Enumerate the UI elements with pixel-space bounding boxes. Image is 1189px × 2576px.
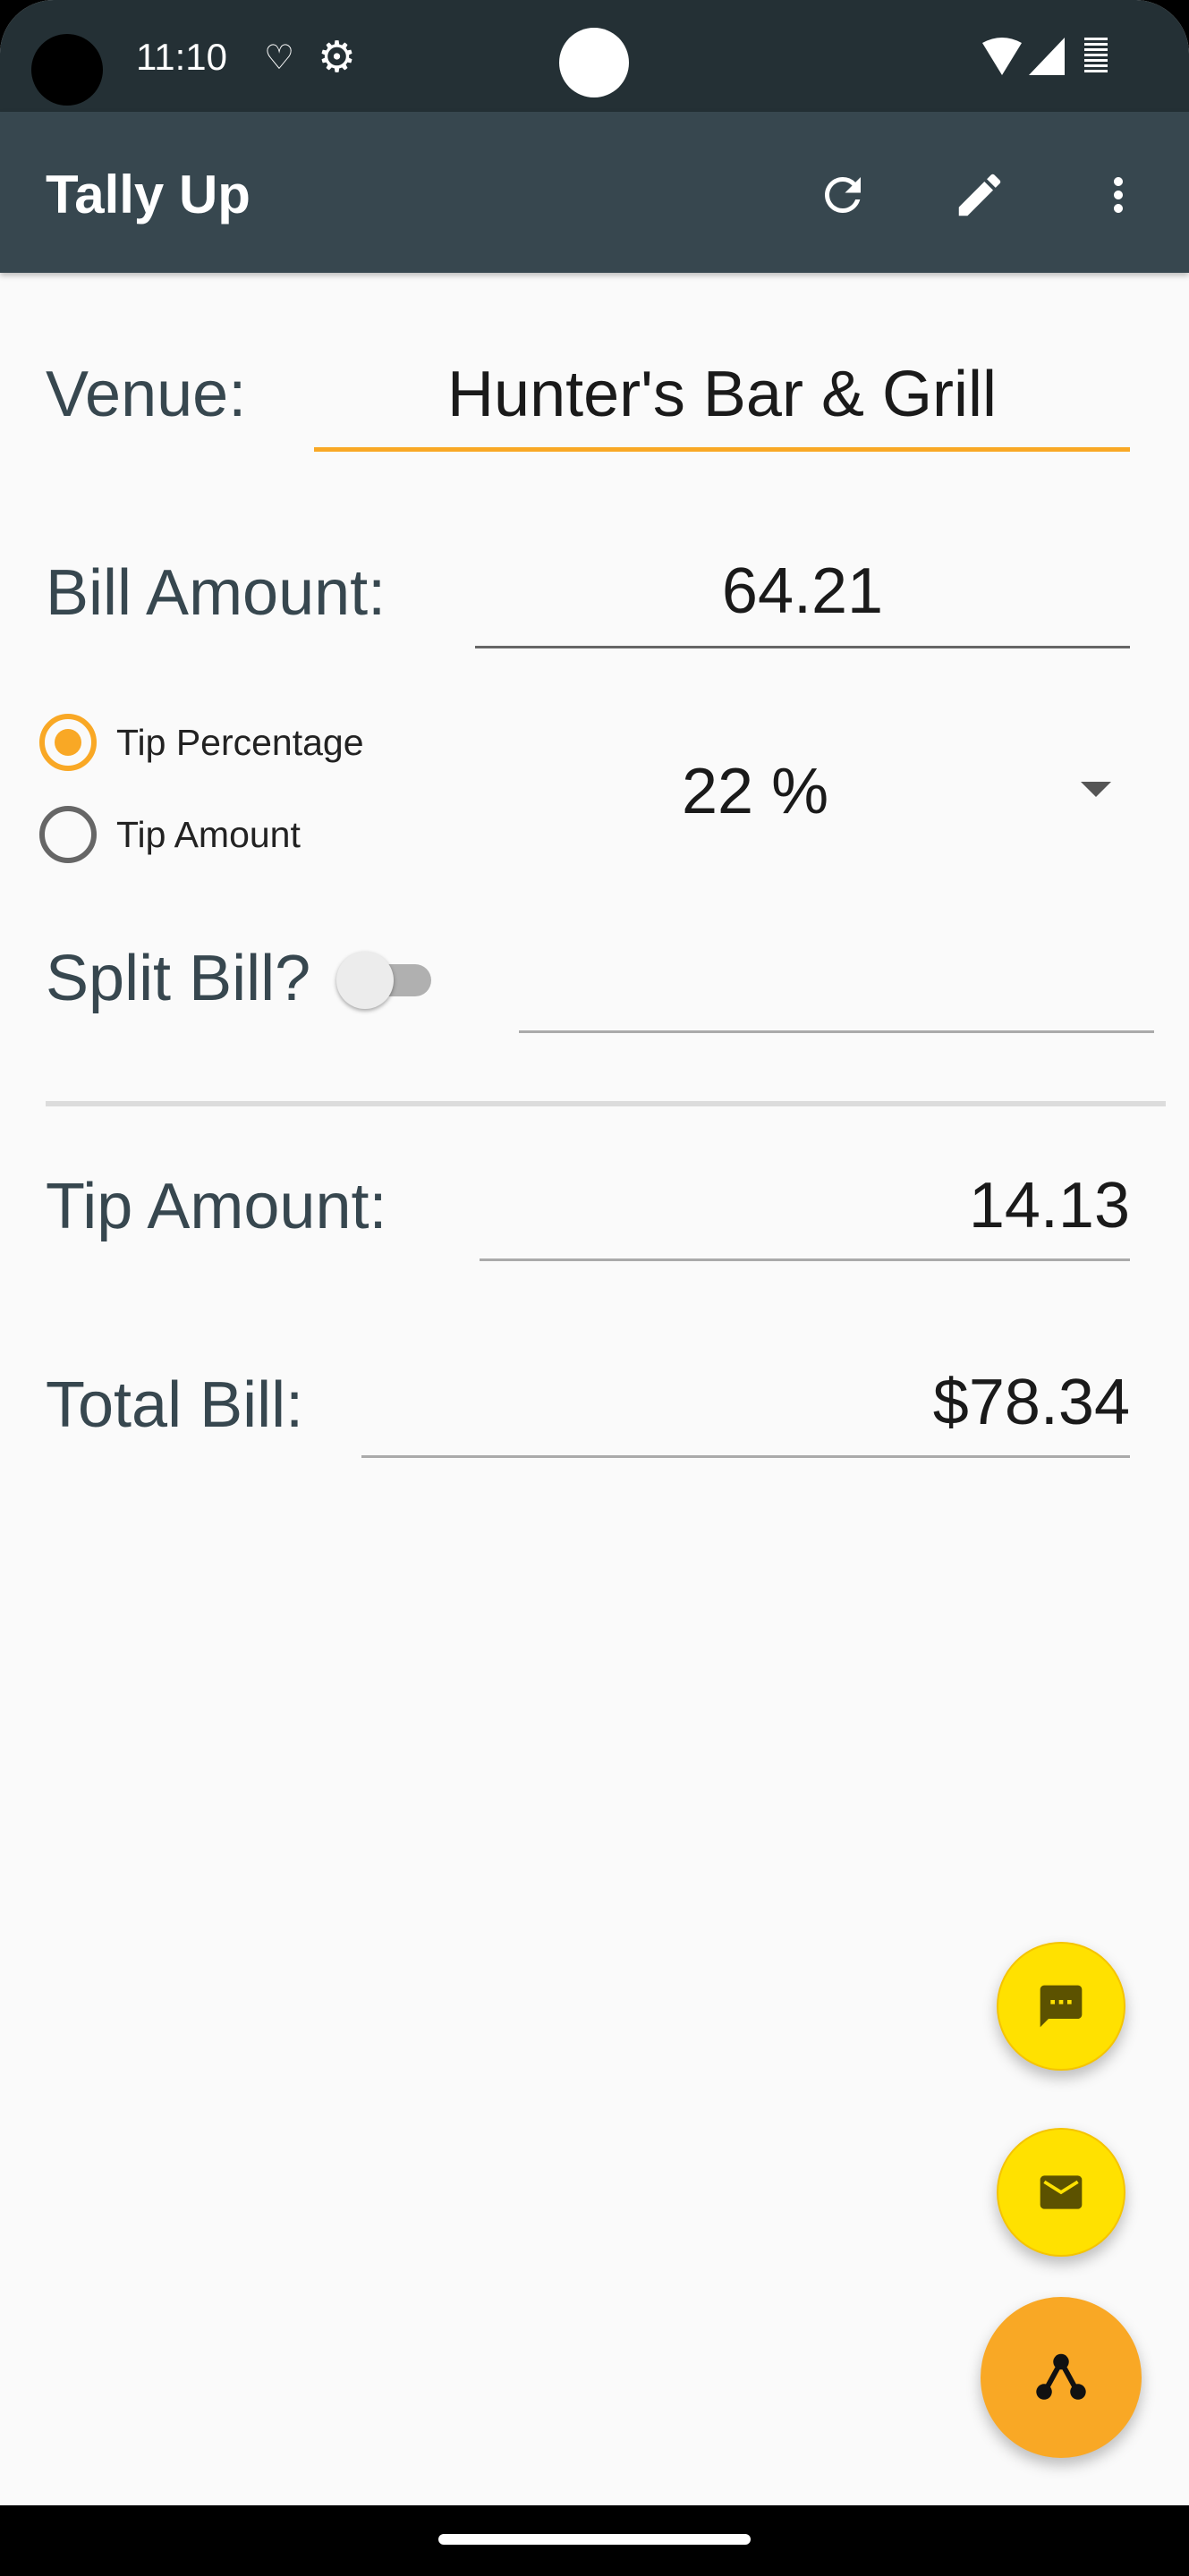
radio-tip-percentage[interactable]: Tip Percentage	[39, 711, 364, 774]
app-bar: Tally Up	[0, 112, 1189, 273]
radio-selected-icon	[39, 714, 97, 771]
bill-amount-input[interactable]: 64.21	[475, 546, 1130, 648]
edit-icon[interactable]	[952, 167, 1007, 223]
toggle-thumb	[336, 952, 394, 1009]
tip-amount-value: 14.13	[968, 1170, 1130, 1241]
total-bill-underline	[361, 1455, 1130, 1458]
share-icon	[1036, 2353, 1086, 2400]
tip-amount-label: Tip Amount:	[46, 1171, 387, 1242]
navigation-bar	[0, 2505, 1189, 2576]
settings-gear-icon: ⚙	[318, 34, 357, 81]
radio-unselected-icon	[39, 806, 97, 863]
share-fab[interactable]	[981, 2297, 1142, 2458]
divider	[46, 1101, 1166, 1106]
wifi-icon	[982, 38, 1022, 75]
status-dot	[559, 28, 629, 97]
tip-amount-field: 14.13	[480, 1158, 1130, 1261]
total-bill-field: $78.34	[361, 1355, 1130, 1458]
notification-icon: ♡	[264, 39, 295, 77]
status-bar: 11:10 ♡ ⚙	[0, 0, 1189, 112]
total-bill-value: $78.34	[932, 1367, 1130, 1438]
bill-amount-underline	[475, 646, 1130, 648]
more-vert-icon[interactable]	[1091, 168, 1145, 222]
sms-fab[interactable]	[997, 1942, 1125, 2071]
venue-input[interactable]: Hunter's Bar & Grill	[314, 349, 1130, 452]
email-fab[interactable]	[997, 2128, 1125, 2257]
tip-amount-underline	[480, 1258, 1130, 1261]
radio-label: Tip Amount	[116, 813, 301, 855]
refresh-icon[interactable]	[816, 168, 870, 222]
signal-icon	[1029, 38, 1065, 75]
bill-amount-label: Bill Amount:	[46, 557, 386, 629]
status-time: 11:10	[136, 36, 227, 78]
battery-icon	[1084, 38, 1108, 73]
split-count-input[interactable]	[519, 939, 1154, 1033]
total-bill-label: Total Bill:	[46, 1369, 304, 1441]
venue-value: Hunter's Bar & Grill	[447, 359, 997, 430]
radio-label: Tip Percentage	[116, 721, 364, 763]
bill-amount-value: 64.21	[721, 555, 884, 627]
split-count-underline	[519, 1030, 1154, 1033]
app-title: Tally Up	[46, 165, 251, 225]
tip-percentage-dropdown[interactable]: 22 %	[626, 742, 1127, 841]
venue-underline	[314, 447, 1130, 452]
venue-label: Venue:	[46, 359, 247, 430]
radio-tip-amount[interactable]: Tip Amount	[39, 803, 301, 866]
dropdown-arrow-icon	[1081, 782, 1111, 797]
home-handle[interactable]	[438, 2534, 751, 2545]
camera-cutout	[31, 34, 103, 106]
sms-icon	[1040, 1985, 1083, 2028]
tip-percentage-value: 22 %	[682, 756, 829, 827]
email-icon	[1040, 2175, 1083, 2209]
screen: 11:10 ♡ ⚙ Tally Up Venue: Hunter's Bar &…	[0, 0, 1189, 2576]
split-bill-label: Split Bill?	[46, 943, 311, 1014]
split-bill-toggle[interactable]	[336, 952, 435, 1009]
